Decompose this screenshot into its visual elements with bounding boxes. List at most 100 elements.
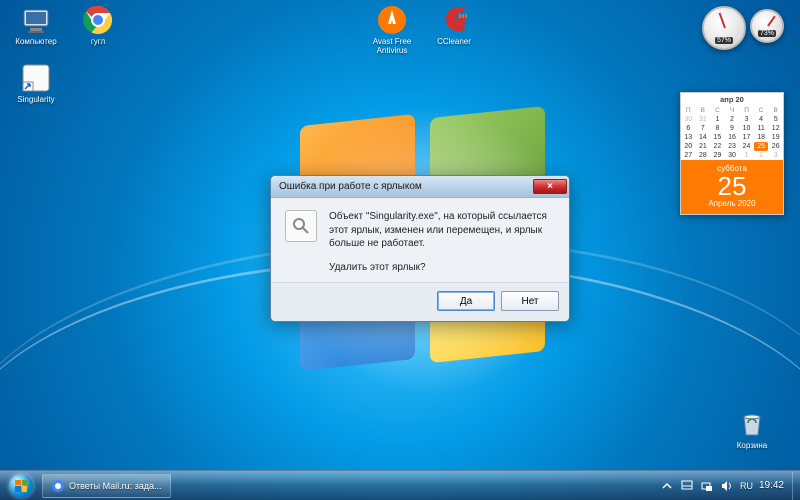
- desktop-icon-avast[interactable]: Avast Free Antivirus: [362, 4, 422, 56]
- icon-label: Singularity: [6, 96, 66, 105]
- calendar-month-header: апр 20: [681, 93, 783, 106]
- calendar-monthyear: Апрель 2020: [681, 199, 783, 208]
- search-icon: [285, 210, 317, 242]
- calendar-cell[interactable]: 12: [768, 124, 783, 133]
- calendar-cell[interactable]: 30: [725, 151, 740, 160]
- calendar-cell[interactable]: 20: [681, 142, 696, 151]
- desktop-icon-computer[interactable]: Компьютер: [6, 4, 66, 47]
- calendar-dayname: С: [754, 106, 769, 115]
- tray-chevron-icon[interactable]: [660, 479, 674, 493]
- browser-icon: [51, 479, 65, 493]
- windows-orb-icon: [9, 474, 33, 498]
- calendar-dayname: В: [768, 106, 783, 115]
- tray-network-icon[interactable]: [700, 479, 714, 493]
- dialog-buttons: Да Нет: [271, 282, 569, 321]
- show-desktop-button[interactable]: [792, 472, 800, 500]
- error-dialog: Ошибка при работе с ярлыком × Объект "Si…: [270, 175, 570, 322]
- calendar-cell[interactable]: 1: [710, 115, 725, 124]
- calendar-cell[interactable]: 28: [696, 151, 711, 160]
- tray-language[interactable]: RU: [740, 481, 753, 491]
- cpu-gauge: 57%: [702, 6, 746, 50]
- ram-pct-label: 73%: [758, 30, 776, 37]
- no-button[interactable]: Нет: [501, 291, 559, 311]
- calendar-cell[interactable]: 29: [710, 151, 725, 160]
- avast-icon: [376, 4, 408, 36]
- tray-action-center-icon[interactable]: [680, 479, 694, 493]
- calendar-grid: 3031123456789101112131415161718192021222…: [681, 115, 783, 160]
- calendar-cell[interactable]: 15: [710, 133, 725, 142]
- calendar-cell[interactable]: 8: [710, 124, 725, 133]
- calendar-cell[interactable]: 27: [681, 151, 696, 160]
- calendar-cell[interactable]: 7: [696, 124, 711, 133]
- calendar-cell[interactable]: 11: [754, 124, 769, 133]
- calendar-dayname: С: [710, 106, 725, 115]
- icon-label: Компьютер: [6, 38, 66, 47]
- icon-label: гугл: [68, 38, 128, 47]
- calendar-dayname: П: [681, 106, 696, 115]
- desktop-icon-ccleaner[interactable]: CCleaner: [424, 4, 484, 47]
- close-button[interactable]: ×: [533, 179, 567, 194]
- close-icon: ×: [547, 182, 553, 192]
- calendar-cell[interactable]: 16: [725, 133, 740, 142]
- desktop[interactable]: Компьютер гугл Avast Free Antivirus CCle…: [0, 0, 800, 500]
- icon-label: CCleaner: [424, 38, 484, 47]
- ram-gauge: 73%: [750, 9, 784, 43]
- computer-icon: [20, 4, 52, 36]
- taskbar-app-browser[interactable]: Ответы Mail.ru: зада...: [42, 474, 171, 498]
- calendar-cell[interactable]: 23: [725, 142, 740, 151]
- calendar-cell[interactable]: 26: [768, 142, 783, 151]
- dialog-titlebar[interactable]: Ошибка при работе с ярлыком ×: [271, 176, 569, 198]
- calendar-cell[interactable]: 13: [681, 133, 696, 142]
- calendar-cell[interactable]: 1: [739, 151, 754, 160]
- calendar-cell[interactable]: 4: [754, 115, 769, 124]
- gadget-calendar[interactable]: апр 20 ПВСЧПСВ 3031123456789101112131415…: [680, 92, 784, 215]
- yes-button[interactable]: Да: [437, 291, 495, 311]
- calendar-cell[interactable]: 18: [754, 133, 769, 142]
- ccleaner-icon: [438, 4, 470, 36]
- calendar-cell[interactable]: 6: [681, 124, 696, 133]
- tray-volume-icon[interactable]: [720, 479, 734, 493]
- recycle-bin-icon: [736, 407, 768, 439]
- shortcut-icon: [20, 62, 52, 94]
- dialog-title: Ошибка при работе с ярлыком: [279, 181, 533, 192]
- calendar-cell[interactable]: 31: [696, 115, 711, 124]
- calendar-today-panel: суббота 25 Апрель 2020: [681, 160, 783, 214]
- taskbar-app-label: Ответы Mail.ru: зада...: [69, 481, 162, 491]
- desktop-icon-chrome[interactable]: гугл: [68, 4, 128, 47]
- icon-label: Корзина: [728, 441, 776, 450]
- dialog-question: Удалить этот ярлык?: [329, 261, 555, 275]
- calendar-cell[interactable]: 30: [681, 115, 696, 124]
- gadget-cpu-meter[interactable]: 57% 73%: [702, 6, 784, 50]
- calendar-cell[interactable]: 24: [739, 142, 754, 151]
- cpu-pct-label: 57%: [715, 37, 733, 44]
- calendar-cell[interactable]: 21: [696, 142, 711, 151]
- calendar-cell[interactable]: 10: [739, 124, 754, 133]
- icon-label: Avast Free Antivirus: [362, 38, 422, 56]
- calendar-cell[interactable]: 2: [725, 115, 740, 124]
- tray-clock[interactable]: 19:42: [759, 480, 784, 491]
- calendar-cell[interactable]: 19: [768, 133, 783, 142]
- dialog-message: Объект "Singularity.exe", на который ссы…: [329, 210, 555, 251]
- desktop-icon-singularity[interactable]: Singularity: [6, 62, 66, 105]
- calendar-cell[interactable]: 3: [768, 151, 783, 160]
- calendar-cell[interactable]: 17: [739, 133, 754, 142]
- system-tray: RU 19:42: [654, 479, 790, 493]
- taskbar: Ответы Mail.ru: зада... RU 19:42: [0, 470, 800, 500]
- calendar-daynames: ПВСЧПСВ: [681, 106, 783, 115]
- calendar-cell[interactable]: 22: [710, 142, 725, 151]
- calendar-dayname: Ч: [725, 106, 740, 115]
- calendar-cell[interactable]: 9: [725, 124, 740, 133]
- calendar-daynumber: 25: [681, 173, 783, 199]
- calendar-cell[interactable]: 14: [696, 133, 711, 142]
- calendar-cell[interactable]: 2: [754, 151, 769, 160]
- calendar-cell[interactable]: 5: [768, 115, 783, 124]
- chrome-icon: [82, 4, 114, 36]
- dialog-body: Объект "Singularity.exe", на который ссы…: [271, 198, 569, 282]
- calendar-dayname: П: [739, 106, 754, 115]
- dialog-text: Объект "Singularity.exe", на который ссы…: [329, 210, 555, 274]
- start-button[interactable]: [2, 472, 40, 500]
- calendar-cell[interactable]: 3: [739, 115, 754, 124]
- desktop-icon-recycle-bin[interactable]: Корзина: [728, 407, 776, 450]
- calendar-dayname: В: [696, 106, 711, 115]
- calendar-cell[interactable]: 25: [754, 142, 769, 151]
